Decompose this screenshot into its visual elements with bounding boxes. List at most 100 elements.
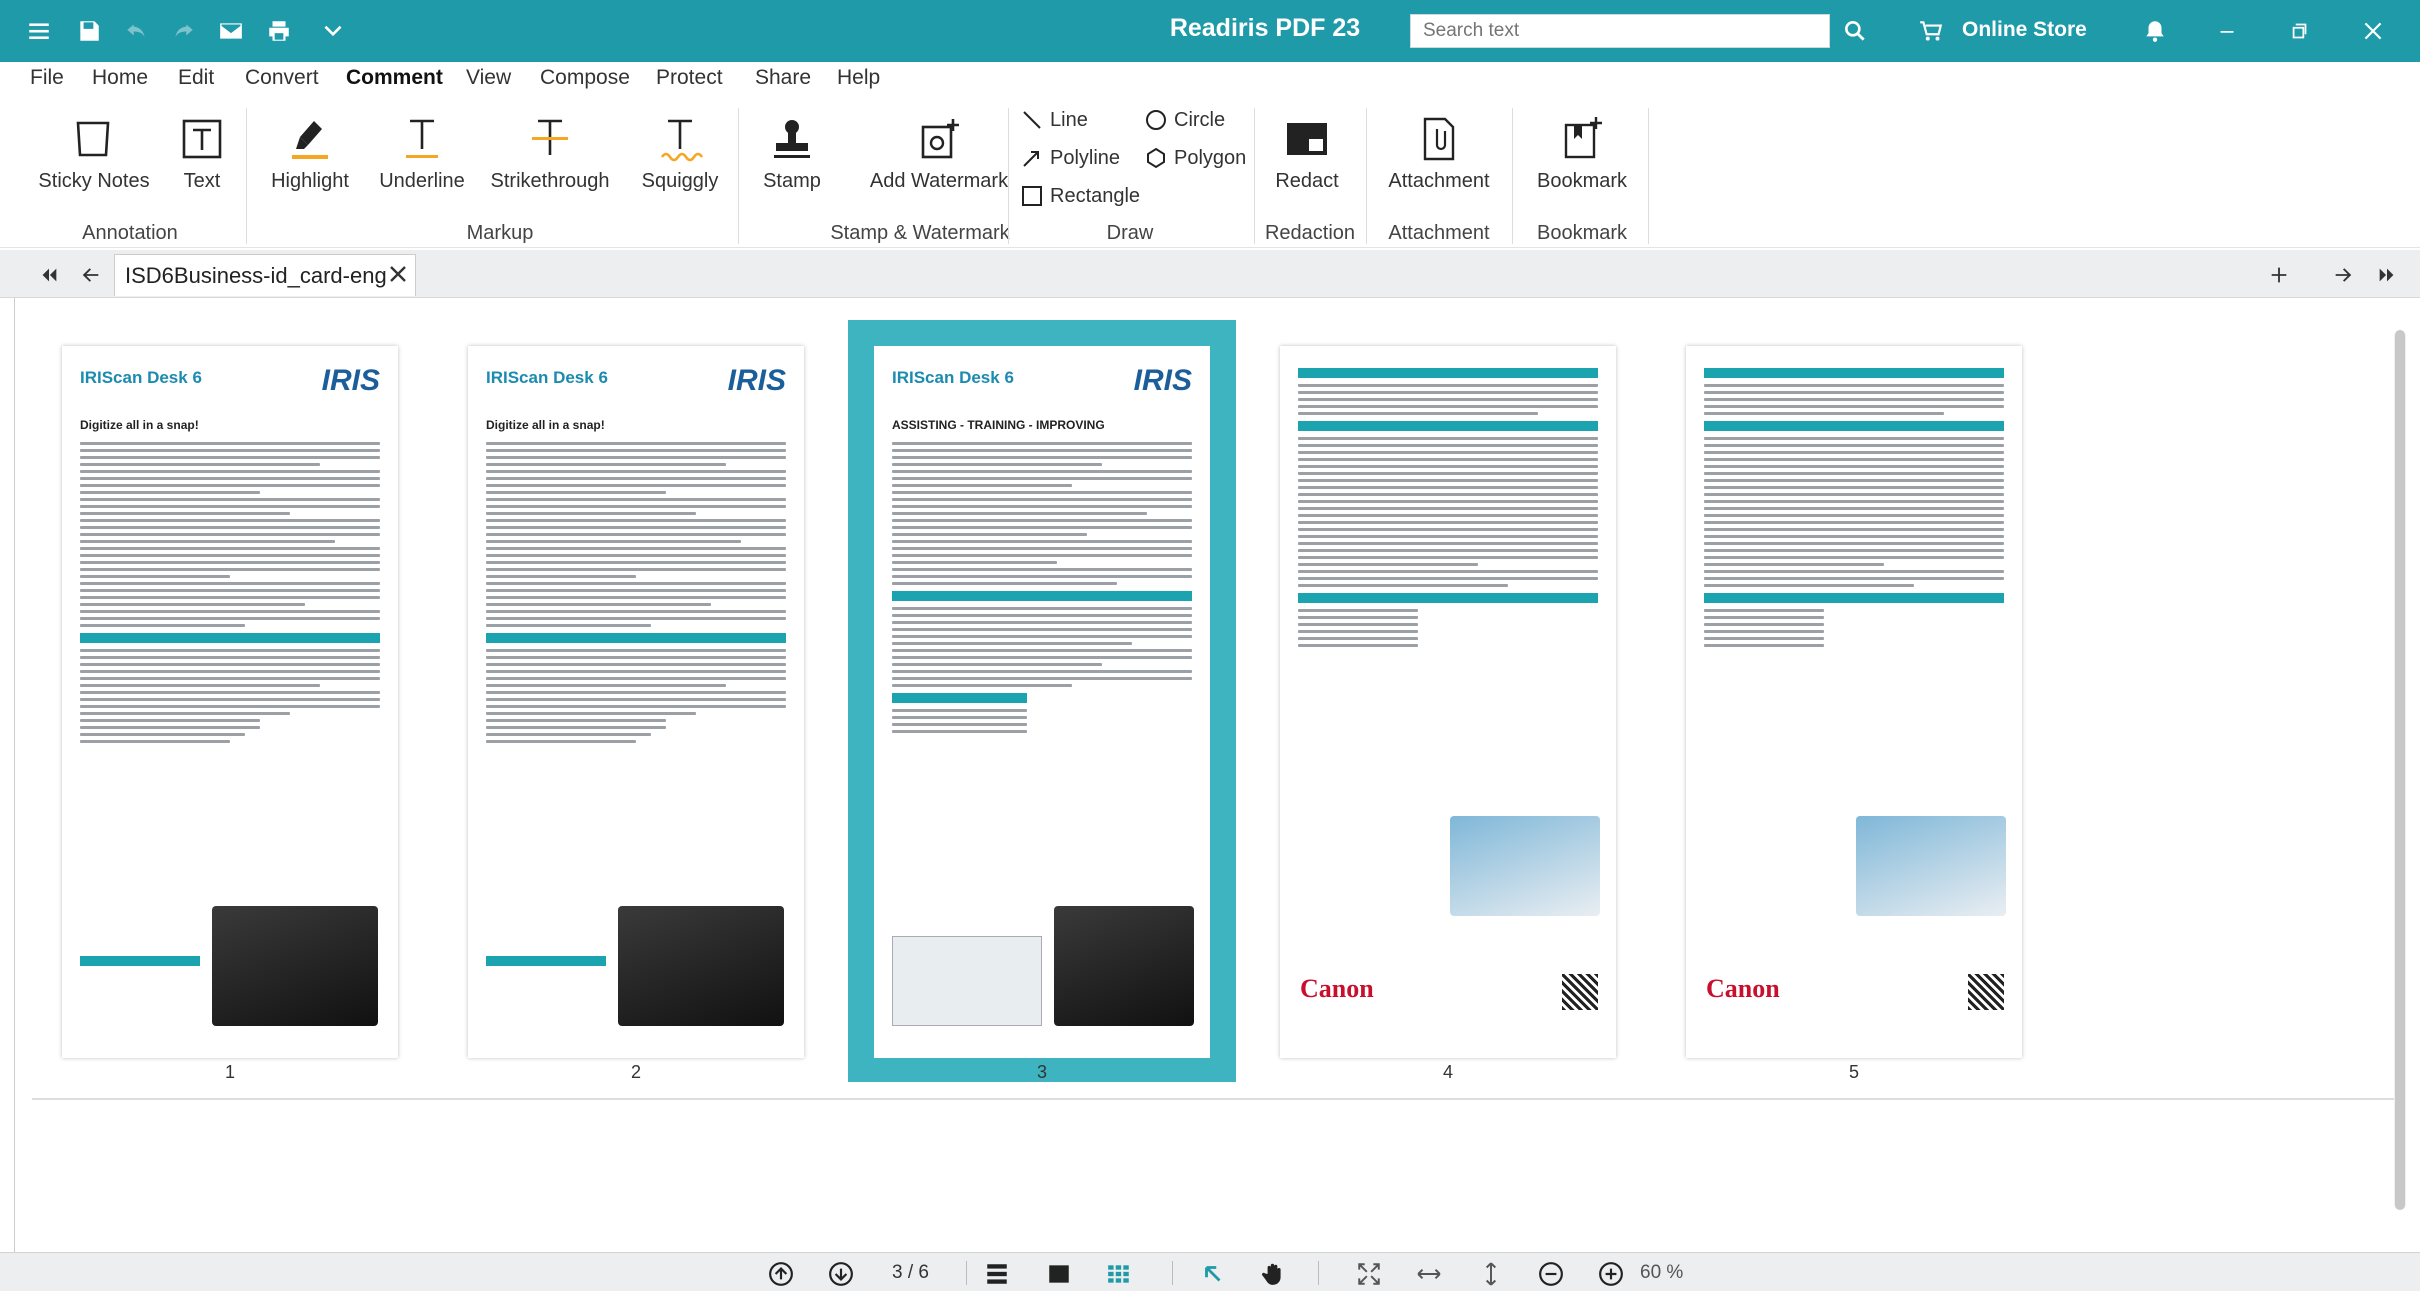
scanner-photo — [1054, 906, 1194, 1026]
hand-pan-icon[interactable] — [1258, 1259, 1288, 1289]
page-thumbnail-1[interactable]: IRIScan Desk 6 IRIS Digitize all in a sna… — [62, 346, 398, 1058]
product-logo: IRIScan Desk 6 — [486, 368, 608, 387]
polyline-icon — [1023, 151, 1039, 167]
squiggly-button[interactable]: Squiggly — [632, 110, 728, 193]
product-logo: IRIScan Desk 6 — [80, 368, 202, 387]
minimize-icon[interactable] — [2208, 12, 2246, 50]
underline-button[interactable]: Underline — [374, 110, 470, 193]
menu-compose[interactable]: Compose — [540, 66, 630, 90]
scroll-tabs-last-icon[interactable] — [2372, 260, 2402, 290]
ribbon-separator — [1512, 108, 1513, 244]
previous-page-icon[interactable] — [766, 1259, 796, 1289]
strikethrough-button[interactable]: Strikethrough — [488, 110, 612, 193]
redact-icon — [1287, 123, 1327, 155]
menu-file[interactable]: File — [30, 66, 64, 90]
rectangle-tool[interactable]: Rectangle — [1020, 184, 1140, 208]
circle-tool[interactable]: Circle — [1144, 108, 1225, 132]
redact-button[interactable]: Redact — [1264, 110, 1350, 193]
menu-edit[interactable]: Edit — [178, 66, 214, 90]
document-tab[interactable]: ISD6Business-id_card-eng — [114, 254, 416, 296]
print-icon[interactable] — [260, 12, 298, 50]
text-tool-button[interactable]: Text — [170, 110, 234, 193]
bell-icon[interactable] — [2136, 12, 2174, 50]
spec-table — [1298, 368, 1598, 651]
line-tool[interactable]: Line — [1020, 108, 1088, 132]
product-logo: IRIScan Desk 6 — [892, 368, 1014, 387]
stamp-button[interactable]: Stamp — [752, 110, 832, 193]
sticky-notes-button[interactable]: Sticky Notes — [34, 110, 154, 193]
highlight-button[interactable]: Highlight — [262, 110, 358, 193]
vertical-scrollbar[interactable] — [2394, 330, 2406, 1210]
quick-ref-bar — [486, 956, 606, 966]
zoom-in-icon[interactable] — [1596, 1259, 1626, 1289]
page-thumbnail-5[interactable]: Canon — [1686, 346, 2022, 1058]
text-box-icon — [182, 119, 222, 159]
paperclip-icon — [1423, 117, 1455, 161]
canon-logo: Canon — [1300, 974, 1374, 1003]
rectangle-icon — [1022, 186, 1042, 206]
page-heading: Digitize all in a snap! — [486, 418, 605, 432]
menu-comment[interactable]: Comment — [346, 66, 443, 90]
restore-icon[interactable] — [2280, 12, 2318, 50]
select-cursor-icon[interactable] — [1198, 1259, 1228, 1289]
close-icon[interactable] — [2354, 12, 2392, 50]
continuous-view-icon[interactable] — [982, 1259, 1012, 1289]
menu-view[interactable]: View — [466, 66, 511, 90]
page-number-label: 1 — [224, 1062, 235, 1082]
attachment-button[interactable]: Attachment — [1376, 110, 1502, 193]
online-store-link[interactable]: Online Store — [1962, 18, 2087, 42]
menu-help[interactable]: Help — [837, 66, 880, 90]
menu-protect[interactable]: Protect — [656, 66, 723, 90]
line-icon — [1023, 111, 1041, 129]
hamburger-menu-icon[interactable] — [20, 12, 58, 50]
save-icon[interactable] — [70, 12, 108, 50]
product-box-image — [1450, 816, 1600, 916]
scroll-tabs-first-icon[interactable] — [34, 260, 64, 290]
forward-arrow-icon[interactable] — [2328, 260, 2358, 290]
chevron-down-icon[interactable] — [314, 12, 352, 50]
page-thumbnail-3[interactable]: IRIScan Desk 6 IRIS ASSISTING - TRAINING … — [874, 346, 1210, 1058]
menu-share[interactable]: Share — [755, 66, 811, 90]
fit-width-icon[interactable] — [1414, 1259, 1444, 1289]
menu-home[interactable]: Home — [92, 66, 148, 90]
polygon-tool[interactable]: Polygon — [1144, 146, 1246, 170]
ribbon-separator — [738, 108, 739, 244]
undo-icon[interactable] — [118, 12, 156, 50]
page-text-block — [486, 442, 786, 747]
tab-close-icon[interactable] — [386, 262, 410, 286]
redo-icon[interactable] — [164, 12, 202, 50]
status-separator — [966, 1261, 967, 1285]
bookmark-button[interactable]: Bookmark — [1522, 110, 1642, 193]
page-thumbnail-2[interactable]: IRIScan Desk 6 IRIS Digitize all in a sna… — [468, 346, 804, 1058]
page-number-label: 5 — [1848, 1062, 1859, 1082]
page-number-label: 3 — [1036, 1062, 1047, 1082]
page-text-block — [892, 442, 1192, 737]
search-input[interactable] — [1410, 14, 1830, 48]
next-page-icon[interactable] — [826, 1259, 856, 1289]
cart-icon[interactable] — [1912, 12, 1950, 50]
status-separator — [1318, 1261, 1319, 1285]
fit-height-icon[interactable] — [1476, 1259, 1506, 1289]
search-icon[interactable] — [1836, 12, 1874, 50]
ribbon-toolbar: Sticky Notes Text Annotation Highlight U… — [0, 96, 2420, 248]
add-watermark-button[interactable]: Add Watermark — [844, 110, 1034, 193]
single-page-view-icon[interactable] — [1044, 1259, 1074, 1289]
menu-convert[interactable]: Convert — [245, 66, 319, 90]
page-thumbnail-4[interactable]: Canon — [1280, 346, 1616, 1058]
fit-page-icon[interactable] — [1354, 1259, 1384, 1289]
scrollbar-thumb[interactable] — [2395, 330, 2405, 1210]
watermark-icon — [921, 119, 959, 159]
title-bar: Readiris PDF 23 Online Store — [0, 0, 2420, 62]
status-separator — [1172, 1261, 1173, 1285]
highlighter-icon — [292, 121, 328, 159]
grid-view-icon[interactable] — [1104, 1259, 1134, 1289]
horizontal-scroll-track[interactable] — [32, 1098, 2402, 1100]
add-tab-icon[interactable] — [2264, 260, 2294, 290]
page-heading: Digitize all in a snap! — [80, 418, 199, 432]
polyline-tool[interactable]: Polyline — [1020, 146, 1120, 170]
zoom-out-icon[interactable] — [1536, 1259, 1566, 1289]
back-arrow-icon[interactable] — [76, 260, 106, 290]
zoom-level[interactable]: 60 % — [1640, 1262, 1683, 1284]
page-count[interactable]: 3 / 6 — [892, 1262, 929, 1284]
email-icon[interactable] — [212, 12, 250, 50]
